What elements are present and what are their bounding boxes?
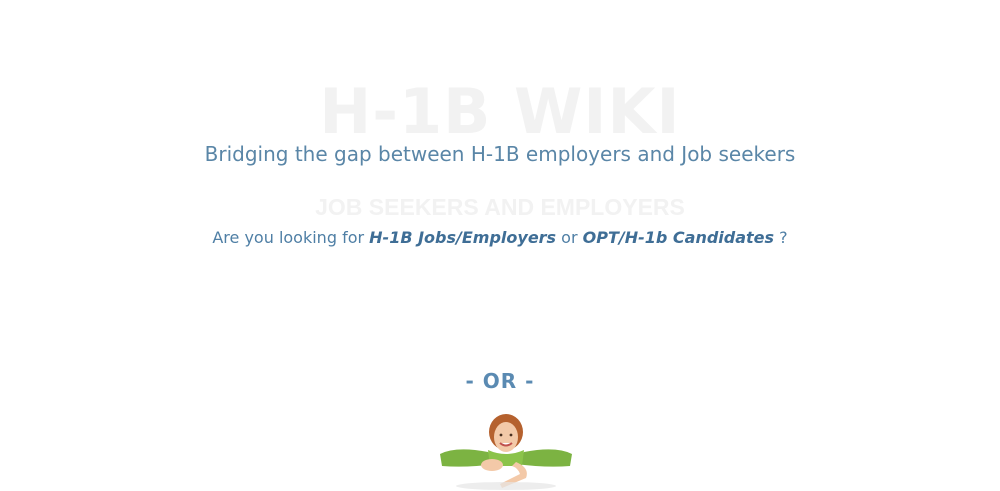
site-tagline: Bridging the gap between H-1B employers … [204,142,796,166]
question-prefix: Are you looking for [212,228,370,247]
mascot-shadow [456,482,556,490]
page: H-1B WIKI Bridging the gap between H-1B … [0,0,1000,491]
or-divider: - OR - [465,369,535,393]
h1b-jobs-employers-link[interactable]: H-1B Jobs/Employers [369,228,556,247]
mascot-smile [499,442,513,447]
audience-question: Are you looking for H-1B Jobs/Employers … [0,227,1000,249]
question-middle: or [556,228,583,247]
opt-h1b-candidates-link[interactable]: OPT/H-1b Candidates [583,228,774,247]
mascot-hand-left [481,459,503,471]
section-heading: JOB SEEKERS AND EMPLOYERS [315,194,685,220]
mascot-eye-left [499,433,503,437]
mascot-face [494,422,518,452]
mascot-eye-right [509,433,513,437]
mascot-arm-right [516,449,572,467]
mascot-image [440,414,572,490]
question-suffix: ? [774,228,788,247]
site-title: H-1B WIKI [319,75,681,148]
